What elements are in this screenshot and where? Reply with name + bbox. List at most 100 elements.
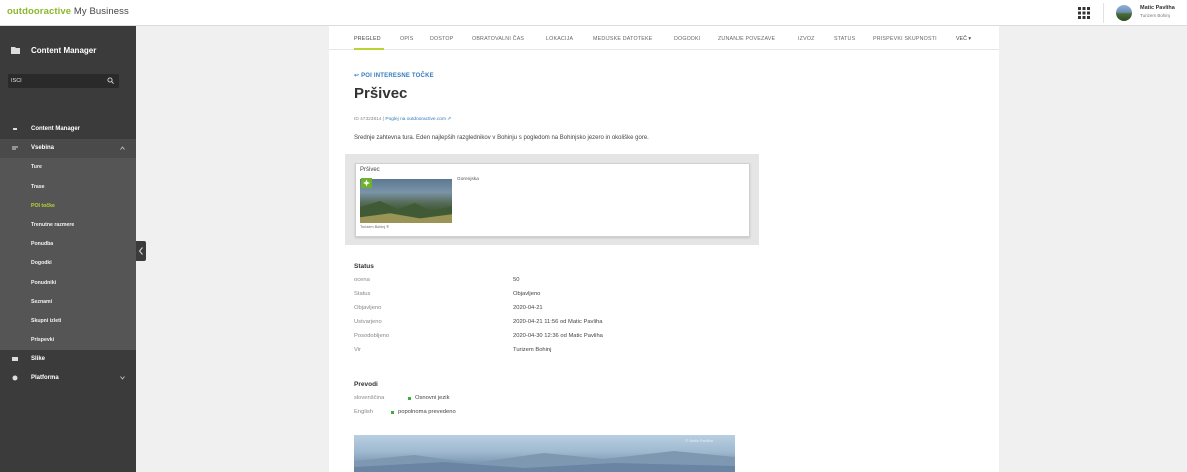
- status-row: Status Objavljeno: [354, 291, 854, 305]
- nav-label: Slike: [31, 356, 46, 363]
- user-org: Turizem Bohinj: [1140, 13, 1170, 18]
- status-row: Vir Turizem Bohinj: [354, 347, 854, 361]
- status-row: Posodobljeno 2020-04-30 12:36 od Matic Pa…: [354, 333, 854, 347]
- view-on-outdooractive-link[interactable]: Poglej na outdooractive.com: [385, 117, 446, 122]
- sub-label: Ponudba: [31, 241, 54, 248]
- card-image: [360, 179, 452, 223]
- tab-medijske-datoteke[interactable]: MEDIJSKE DATOTEKE: [593, 36, 652, 42]
- page-title: Pršivec: [354, 85, 408, 102]
- status-key: Ustvarjeno: [354, 319, 382, 325]
- sub-item-ponudba[interactable]: Ponudba: [0, 235, 136, 254]
- meta-line: ID 47323814 | Poglej na outdooractive.co…: [354, 117, 451, 122]
- sidebar-title: Content Manager: [31, 46, 97, 55]
- sub-label: POI točke: [31, 202, 55, 209]
- preview-card[interactable]: Pršivec Gorenjska Turizem Bohinj ®: [355, 163, 750, 237]
- status-dot-icon: [391, 411, 394, 414]
- nav-label: Vsebina: [31, 145, 55, 152]
- status-key: Objavljeno: [354, 305, 382, 311]
- tab-obratovalni-cas[interactable]: OBRATOVALNI ČAS: [472, 36, 524, 42]
- content-manager-icon: [11, 47, 20, 54]
- sub-label: Ture: [31, 164, 42, 171]
- search-input[interactable]: [11, 75, 101, 86]
- tab-status[interactable]: STATUS: [834, 36, 855, 42]
- description: Srednje zahtevna tura. Eden najlepših ra…: [354, 135, 649, 141]
- list-icon: [13, 128, 17, 130]
- nav-label: Content Manager: [31, 126, 81, 132]
- sidebar: Content Manager Content Manager Vsebina …: [0, 26, 136, 472]
- translations-section-title: Prevodi: [354, 381, 378, 388]
- status-key: Vir: [354, 347, 361, 353]
- sub-item-ponudniki[interactable]: Ponudniki: [0, 274, 136, 293]
- brand-secondary: My Business: [71, 6, 129, 17]
- tab-dostop[interactable]: DOSTOP: [430, 36, 453, 42]
- provider-logo-icon: [361, 178, 372, 188]
- status-section-title: Status: [354, 263, 374, 270]
- tab-pregled[interactable]: PREGLED: [354, 36, 381, 42]
- card-region: Gorenjska: [457, 177, 479, 182]
- nav-item-vsebina[interactable]: Vsebina: [0, 139, 136, 159]
- card-credit: Turizem Bohinj ®: [360, 225, 390, 229]
- status-value: 2020-04-30 12:36 od Matic Pavliha: [513, 333, 603, 339]
- sub-item-ture[interactable]: Ture: [0, 158, 136, 177]
- tab-more-dropdown[interactable]: VEČ ▾: [956, 36, 971, 42]
- status-key: Status: [354, 291, 371, 297]
- divider: [1103, 3, 1104, 23]
- search-icon[interactable]: [107, 77, 114, 84]
- poi-id: ID 47323814: [354, 117, 382, 122]
- status-value: 50: [513, 277, 520, 283]
- status-value: 2020-04-21: [513, 305, 543, 311]
- nav-item-slike[interactable]: Slike: [0, 350, 136, 369]
- sidebar-nav: Content Manager Vsebina Ture Trase POI t…: [0, 120, 136, 389]
- chevron-down-icon: [120, 376, 125, 381]
- tab-zunanje-povezave[interactable]: ZUNANJE POVEZAVE: [718, 36, 775, 42]
- tab-dogodki[interactable]: DOGODKI: [674, 36, 700, 42]
- sub-item-prispevki[interactable]: Prispevki: [0, 331, 136, 350]
- sub-item-trase[interactable]: Trase: [0, 178, 136, 197]
- mountain-silhouette: [354, 451, 735, 472]
- sub-label: Dogodki: [31, 260, 52, 267]
- nav-item-content-manager[interactable]: Content Manager: [0, 120, 136, 139]
- status-dot-icon: [408, 397, 411, 400]
- back-link-label: POI INTERESNE TOČKE: [361, 73, 434, 79]
- main-panel: PREGLED OPIS DOSTOP OBRATOVALNI ČAS LOKA…: [329, 26, 999, 472]
- sub-item-poi-tocke[interactable]: POI točke: [0, 197, 136, 216]
- apps-grid-icon[interactable]: [1078, 7, 1090, 19]
- translation-status: popolnoma prevedeno: [398, 409, 456, 415]
- sidebar-header: Content Manager: [0, 40, 136, 62]
- user-avatar[interactable]: [1116, 5, 1132, 21]
- sub-label: Prispevki: [31, 337, 55, 344]
- sub-label: Trenutne razmere: [31, 221, 75, 228]
- translation-language: English: [354, 409, 374, 415]
- user-name[interactable]: Matic Pavliha: [1140, 5, 1175, 11]
- sub-item-dogodki[interactable]: Dogodki: [0, 254, 136, 273]
- sub-item-seznami[interactable]: Seznami: [0, 293, 136, 312]
- main-image[interactable]: © Matic Pavliha: [354, 435, 735, 472]
- sidebar-search[interactable]: [8, 74, 119, 88]
- status-key: Posodobljeno: [354, 333, 390, 339]
- nav-item-platforma[interactable]: Platforma: [0, 369, 136, 388]
- tab-lokacija[interactable]: LOKACIJA: [546, 36, 573, 42]
- tab-prispevki-skupnosti[interactable]: PRISPEVKI SKUPNOSTI: [873, 36, 937, 42]
- tab-opis[interactable]: OPIS: [400, 36, 413, 42]
- image-icon: [12, 357, 18, 362]
- external-link-icon: ⇗: [445, 117, 452, 122]
- back-link[interactable]: ↩ POI INTERESNE TOČKE: [354, 72, 434, 79]
- platform-icon: [12, 375, 18, 381]
- sidebar-collapse-button[interactable]: [136, 241, 146, 261]
- tab-izvoz[interactable]: IZVOZ: [798, 36, 815, 42]
- status-value: 2020-04-21 11:56 od Matic Pavliha: [513, 319, 603, 325]
- card-title: Pršivec: [360, 167, 380, 173]
- sub-item-skupni-izleti[interactable]: Skupni izleti: [0, 312, 136, 331]
- sub-item-trenutne-razmere[interactable]: Trenutne razmere: [0, 216, 136, 235]
- mountain-shape: [360, 200, 452, 223]
- status-row: Objavljeno 2020-04-21: [354, 305, 854, 319]
- tab-bar: PREGLED OPIS DOSTOP OBRATOVALNI ČAS LOKA…: [329, 26, 999, 50]
- preview-container: Pršivec Gorenjska Turizem Bohinj ®: [345, 154, 759, 245]
- sub-label: Seznami: [31, 298, 53, 305]
- nav-submenu: Ture Trase POI točke Trenutne razmere Po…: [0, 158, 136, 351]
- brand-logo[interactable]: outdooractive My Business: [7, 6, 129, 17]
- status-row: ocena 50: [354, 277, 854, 291]
- translation-status: Osnovni jezik: [415, 395, 450, 401]
- chevron-up-icon: [120, 146, 125, 150]
- sub-label: Skupni izleti: [31, 317, 62, 324]
